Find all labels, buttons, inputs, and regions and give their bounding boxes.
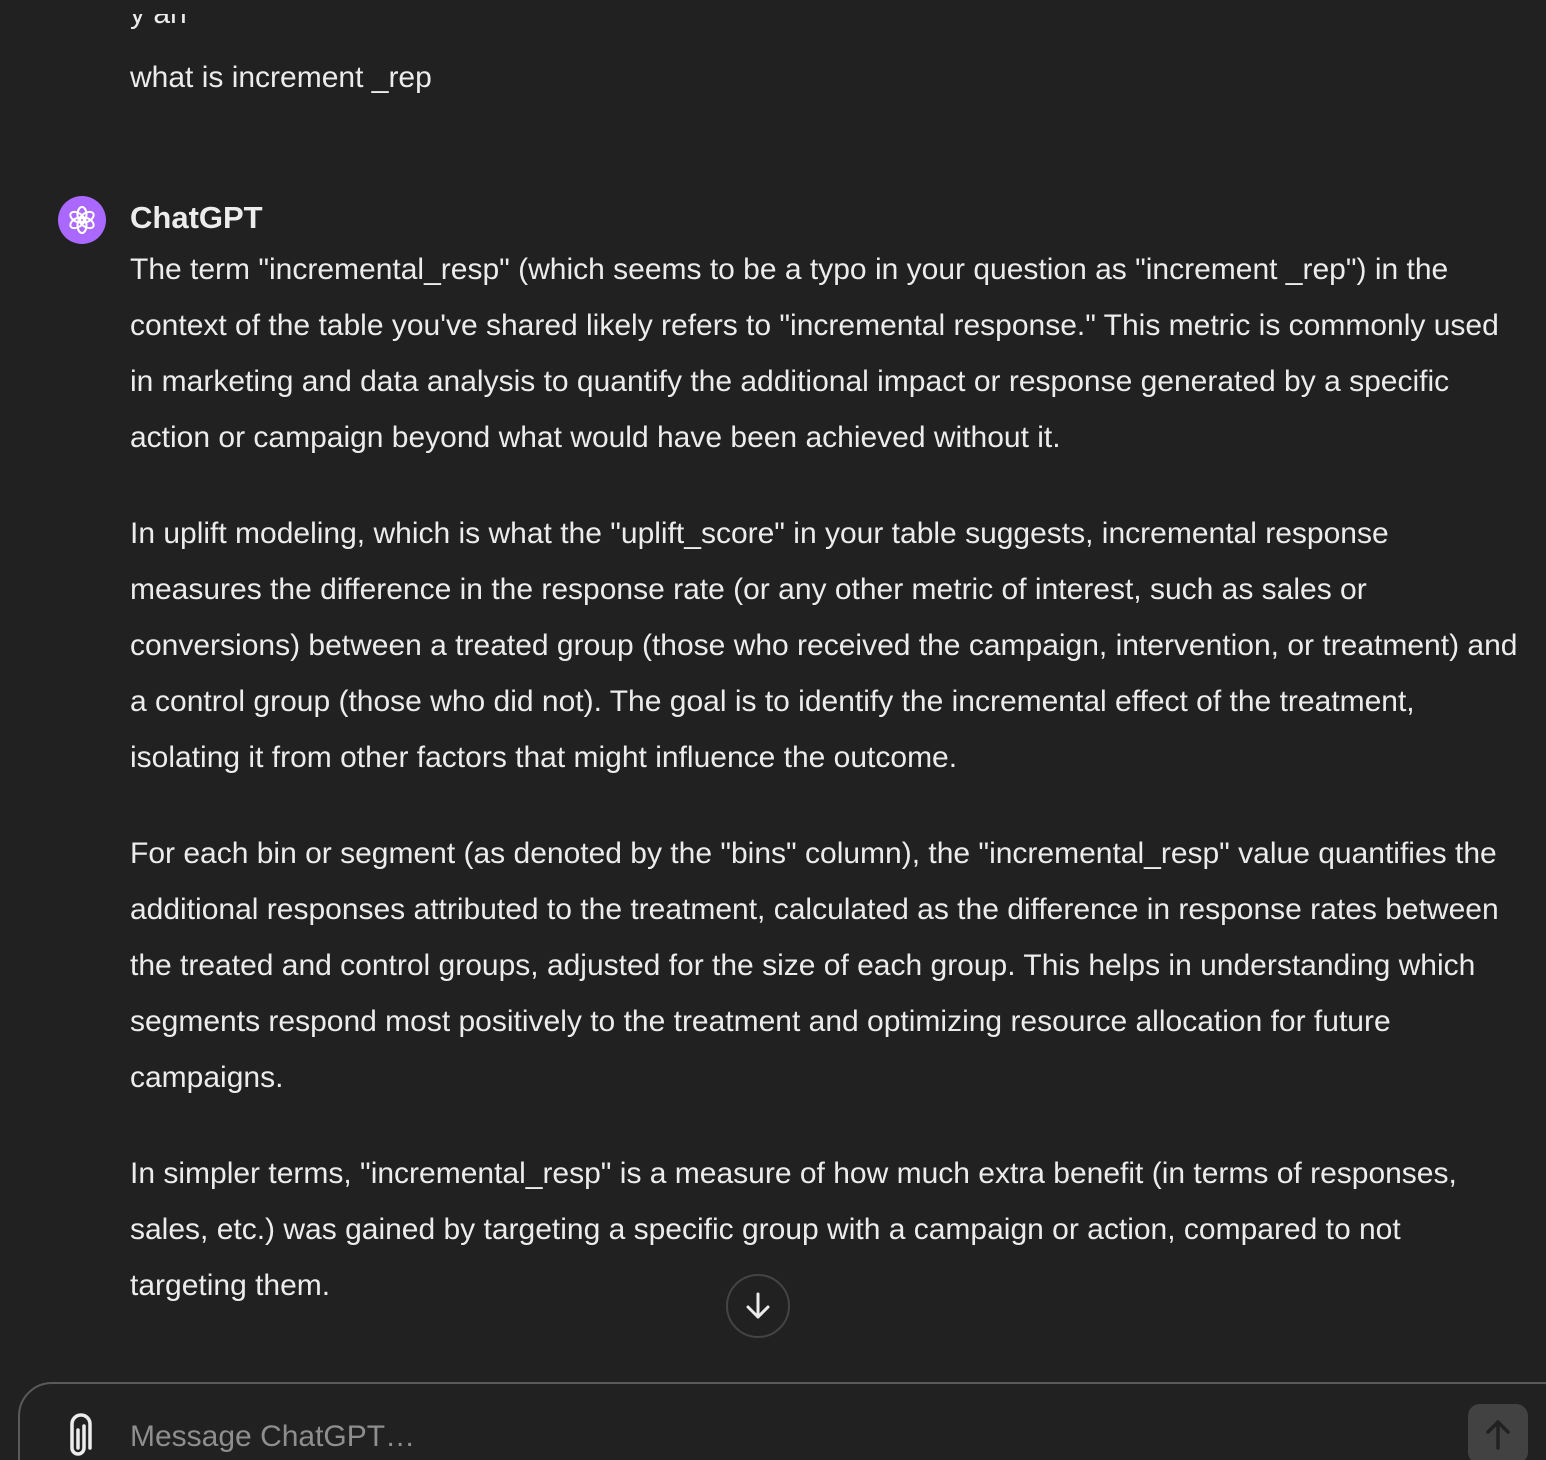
answer-paragraph: The term "incremental_resp" (which seems… bbox=[130, 253, 1499, 454]
answer-paragraph: In uplift modeling, which is what the "u… bbox=[130, 517, 1518, 774]
arrow-down-icon bbox=[746, 1292, 770, 1319]
send-button[interactable] bbox=[1468, 1404, 1528, 1460]
arrow-up-icon bbox=[1486, 1420, 1510, 1450]
answer-paragraph: For each bin or segment (as denoted by t… bbox=[130, 837, 1499, 1094]
answer-paragraph: In simpler terms, "incremental_resp" is … bbox=[130, 1157, 1457, 1302]
scroll-to-bottom-button[interactable] bbox=[726, 1274, 790, 1338]
message-input[interactable] bbox=[130, 1414, 1430, 1460]
paperclip-icon bbox=[70, 1413, 92, 1456]
attach-button[interactable] bbox=[58, 1412, 98, 1460]
previous-message-text: y an bbox=[130, 14, 187, 34]
user-message: what is increment _rep bbox=[130, 61, 432, 94]
assistant-name: ChatGPT bbox=[130, 200, 263, 235]
previous-message-fragment: y an bbox=[130, 14, 330, 42]
openai-logo-icon bbox=[58, 196, 106, 244]
assistant-message: The term "incremental_resp" (which seems… bbox=[130, 242, 1522, 1354]
